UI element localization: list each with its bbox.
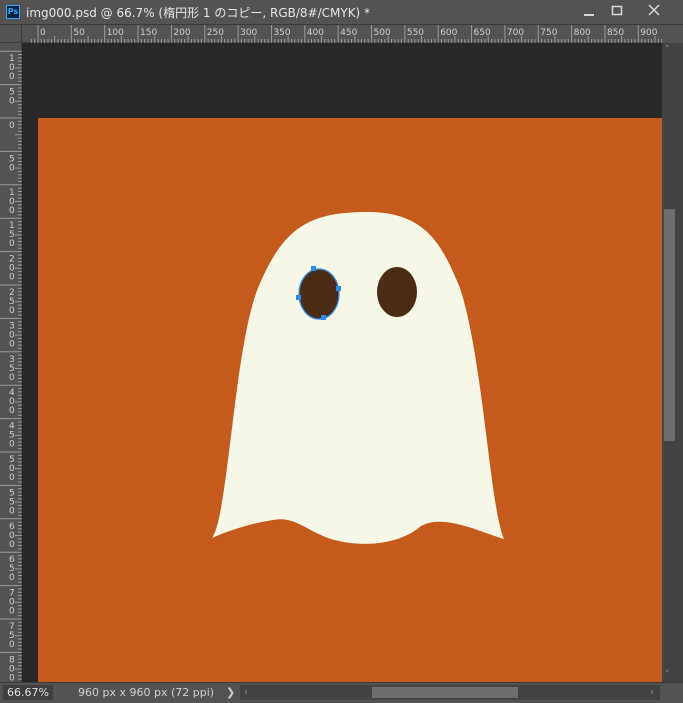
ruler-label: 800 [574, 28, 591, 38]
ruler-origin[interactable] [0, 25, 22, 43]
scroll-right-icon[interactable]: › [650, 685, 654, 700]
ruler-label: 300 [240, 28, 257, 38]
close-button[interactable] [630, 1, 678, 21]
pasteboard[interactable] [22, 43, 662, 682]
document-info[interactable]: 960 px x 960 px (72 ppi) [78, 685, 214, 700]
ghost-body[interactable] [212, 212, 504, 544]
anchor-point-right[interactable] [336, 286, 341, 291]
scroll-up-icon[interactable]: ˄ [665, 45, 670, 55]
ruler-label: 550 [407, 28, 424, 38]
maximize-button[interactable] [602, 1, 632, 21]
close-icon [648, 4, 660, 16]
ruler-label: 0 [9, 339, 15, 349]
ruler-label: 600 [440, 28, 457, 38]
ghost-right-eye[interactable] [377, 267, 417, 317]
anchor-point-top[interactable] [311, 266, 316, 271]
ghost-illustration [212, 212, 504, 544]
vertical-ruler-marks: 1005005010015020025030035040045050055060… [0, 50, 22, 683]
ruler-label: 0 [9, 97, 15, 107]
ruler-label: 250 [207, 28, 224, 38]
ruler-label: 0 [9, 506, 15, 516]
ruler-label: 0 [9, 163, 15, 173]
anchor-point-bottom[interactable] [321, 315, 326, 320]
horizontal-scrollbar[interactable]: ‹ › [240, 685, 660, 700]
ruler-label: 400 [307, 28, 324, 38]
status-menu-arrow-icon[interactable]: ❯ [226, 685, 235, 700]
ps-app-icon[interactable]: Ps [6, 5, 20, 19]
minimize-icon [584, 14, 594, 16]
status-bar: 960 px x 960 px (72 ppi) ❯ ‹ › [0, 682, 683, 703]
maximize-icon [611, 5, 623, 16]
scroll-left-icon[interactable]: ‹ [244, 685, 248, 700]
ruler-label: 700 [507, 28, 524, 38]
ruler-label: 650 [474, 28, 491, 38]
ruler-label: 0 [9, 273, 15, 283]
ruler-label: 50 [73, 28, 85, 38]
ruler-label: 0 [9, 573, 15, 583]
ruler-label: 0 [9, 607, 15, 617]
ruler-label: 0 [9, 540, 15, 550]
document-title: img000.psd @ 66.7% (楕円形 1 のコピー, RGB/8#/C… [26, 6, 371, 20]
ruler-label: 900 [640, 28, 657, 38]
ruler-label: 0 [9, 206, 15, 216]
ruler-label: 0 [9, 373, 15, 383]
ruler-label: 750 [540, 28, 557, 38]
title-bar: Ps img000.psd @ 66.7% (楕円形 1 のコピー, RGB/8… [0, 0, 683, 25]
ruler-label: 0 [9, 121, 15, 131]
ruler-label: 850 [607, 28, 624, 38]
minimize-button[interactable] [574, 1, 604, 21]
canvas-document[interactable] [38, 118, 662, 682]
ruler-label: 0 [9, 239, 15, 249]
ruler-label: 0 [40, 28, 46, 38]
horizontal-scroll-thumb[interactable] [372, 687, 518, 698]
ruler-label: 350 [273, 28, 290, 38]
horizontal-ruler-marks: 0 50 100 150 200 250 300 350 400 450 500 550 600 650 7… [30, 25, 663, 43]
ruler-label: 0 [9, 306, 15, 316]
ruler-label: 200 [173, 28, 190, 38]
ruler-label: 0 [9, 473, 15, 483]
ruler-label: 0 [9, 673, 15, 682]
zoom-level-field[interactable] [3, 685, 53, 700]
ruler-label: 0 [9, 72, 15, 82]
ruler-label: 150 [140, 28, 157, 38]
ruler-label: 0 [9, 640, 15, 650]
ruler-label: 0 [9, 406, 15, 416]
ruler-label: 100 [107, 28, 124, 38]
vertical-scroll-thumb[interactable] [664, 209, 675, 441]
vertical-ruler[interactable]: 1005005010015020025030035040045050055060… [0, 43, 22, 683]
horizontal-ruler[interactable]: 0 50 100 150 200 250 300 350 400 450 500 550 600 650 7… [22, 25, 663, 43]
vertical-scrollbar[interactable]: ˄ ˅ [662, 43, 683, 682]
scroll-down-icon[interactable]: ˅ [665, 670, 670, 680]
anchor-point-left[interactable] [296, 295, 301, 300]
ruler-label: 500 [374, 28, 391, 38]
ruler-label: 450 [340, 28, 357, 38]
ruler-label: 0 [9, 440, 15, 450]
